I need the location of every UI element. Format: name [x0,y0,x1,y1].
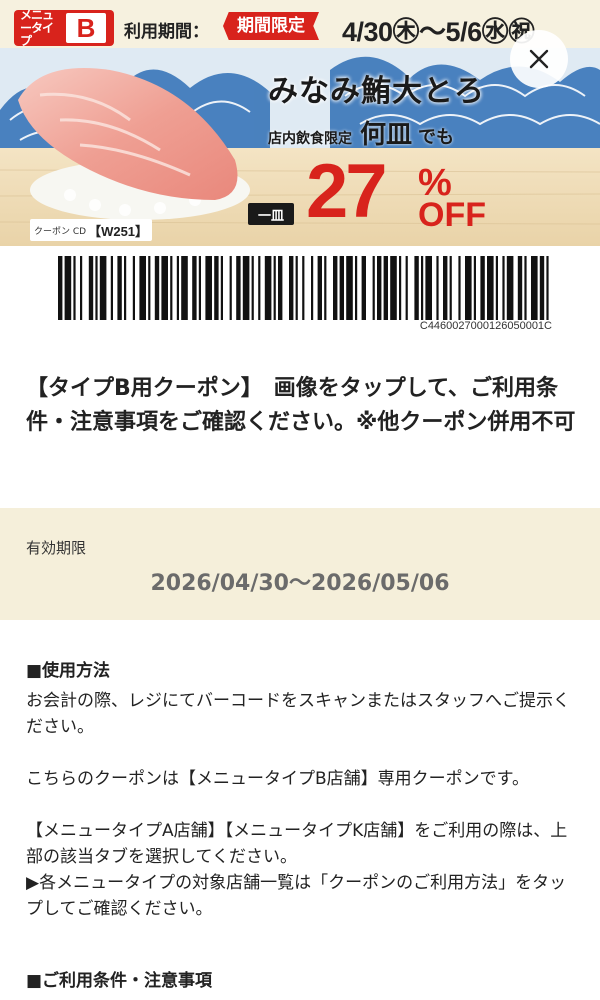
barcode-bar [531,256,538,320]
barcode-bar [132,256,135,320]
barcode-bar [229,256,232,320]
menu-type-badge: メニュータイプ B [14,7,114,48]
barcode-bar [64,256,72,320]
coupon-code-label: クーポン CD [34,226,87,237]
barcode-bar [524,256,527,320]
close-button[interactable] [510,30,568,88]
barcode-bar [333,256,338,320]
barcode-bar [339,256,344,320]
barcode-bar [170,256,173,320]
barcode-bar [88,256,94,320]
barcode-bar [506,256,514,320]
barcode-bar [192,256,197,320]
discount-number: 27 [306,149,388,234]
barcode-bar [465,256,472,320]
barcode-bar [295,256,298,320]
discount-off: OFF [418,196,486,234]
barcode-bar [176,256,179,320]
barcode-bar [205,256,212,320]
usage-paragraph-2: こちらのクーポンは【メニュータイプB店舗】専用クーポンです。 [26,769,529,789]
conditions-title: ■ご利用条件・注意事項 [26,971,213,991]
barcode-number: C4460027000126050001C [419,320,552,332]
barcode-bar [264,256,272,320]
barcode-bar [148,256,151,320]
menu-type-label: メニュータイプ [20,7,54,48]
barcode-bar [139,256,146,320]
coupon-code: クーポン CD 【W251】 [30,219,153,241]
barcode-bar [214,256,219,320]
barcode-bar [161,256,168,320]
subtitle-prefix: 店内飲食限定 [268,131,352,147]
barcode-bar [181,256,188,320]
barcode-bar [278,256,283,320]
barcode-bar [73,256,76,320]
barcode-bar [80,256,83,320]
barcode-bar [99,256,107,320]
usage-paragraph-1: お会計の際、レジにてバーコードをスキャンまたはスタッフへご提示ください。 [26,691,570,737]
barcode-bar [317,256,322,320]
barcode-bar [405,256,408,320]
barcode-bar [154,256,160,320]
period-label: 利用期間： [124,22,209,42]
coupon-description: 【タイプB用クーポン】 画像をタップして、ご利用条件・注意事項をご確認ください。… [26,376,576,435]
usage-title: ■使用方法 [26,661,111,681]
barcode-bar [110,256,113,320]
barcode-bar [449,256,452,320]
menu-type-letter: B [66,13,106,43]
barcode-bar [58,256,63,320]
close-icon [529,49,549,69]
barcode-bar [258,256,261,320]
barcode-bar [458,256,461,320]
coupon-banner-image[interactable]: メニュータイプ B 利用期間： 期間限定 4/30㊍〜5/6㊌㊗ みなみ鮪大とろ… [0,0,600,246]
barcode-bar [377,256,382,320]
barcode-bar [473,256,476,320]
subtitle-suffix: でも [418,127,455,148]
barcode-bar [251,256,254,320]
barcode [58,256,549,320]
barcode-bar [517,256,523,320]
barcode-bar [220,256,223,320]
barcode-bar [372,256,375,320]
validity-range: 2026/04/30〜2026/05/06 [150,571,450,596]
barcode-bar [414,256,419,320]
barcode-bar [198,256,201,320]
subtitle-emphasis: 何皿 [360,120,413,150]
coupon-code-value: 【W251】 [88,223,149,239]
product-title: みなみ鮪大とろ [268,74,485,109]
barcode-bar [425,256,432,320]
barcode-bar [421,256,424,320]
barcode-bar [546,256,549,320]
barcode-bar [95,256,98,320]
usage-paragraph-4: ▶各メニュータイプの対象店舗一覧は「クーポンのご利用方法」をタップしてご確認くだ… [26,873,567,919]
barcode-bar [124,256,127,320]
per-plate-badge: 一皿 [248,203,294,225]
validity-label: 有効期限 [26,539,87,557]
barcode-bar [502,256,505,320]
barcode-bar [302,256,305,320]
barcode-bar [436,256,439,320]
barcode-bar [487,256,494,320]
barcode-bar [383,256,388,320]
barcode-bar [273,256,276,320]
validity-section: 有効期限 2026/04/30〜2026/05/06 [0,508,600,620]
barcode-bar [480,256,485,320]
usage-paragraph-3: 【メニュータイプA店舗】【メニュータイプK店舗】をご利用の際は、上部の該当タブを… [26,821,568,867]
barcode-bar [495,256,498,320]
barcode-bar [361,256,366,320]
barcode-bar [346,256,353,320]
barcode-bar [236,256,241,320]
barcode-bar [539,256,545,320]
barcode-bar [289,256,294,320]
barcode-bar [443,256,448,320]
barcode-bar [311,256,314,320]
barcode-bar [117,256,122,320]
barcode-bar [355,256,358,320]
limited-period-tag: 期間限定 [223,12,319,40]
barcode-bar [399,256,402,320]
product-subtitle: 店内飲食限定 何皿 でも [268,114,454,151]
period-range: 4/30㊍〜5/6㊌㊗ [342,17,535,47]
barcode-bar [242,256,250,320]
barcode-bar [324,256,327,320]
barcode-bar [390,256,397,320]
